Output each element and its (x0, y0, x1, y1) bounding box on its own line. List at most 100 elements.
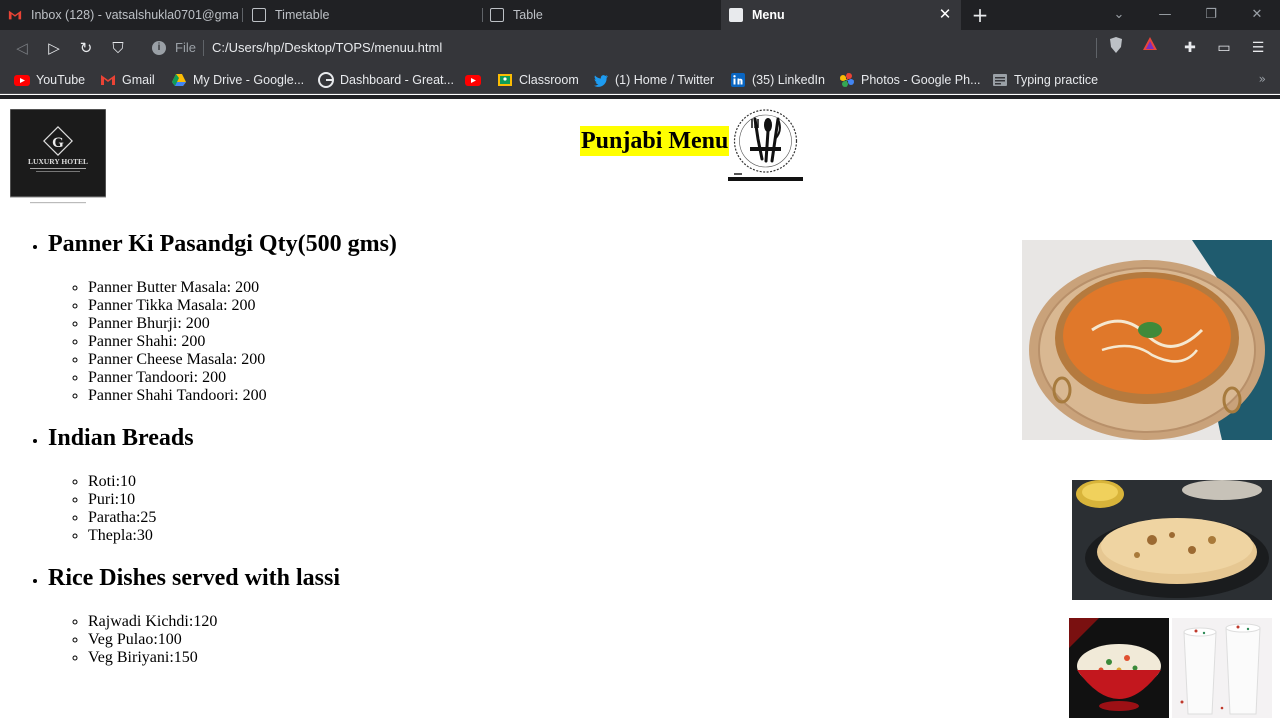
menu-section: Rice Dishes served with lassi Rajwadi Ki… (48, 563, 948, 667)
omnibox-separator (203, 40, 204, 56)
menu-section: Panner Ki Pasandgi Qty(500 gms) Panner B… (48, 229, 948, 405)
extensions-icon[interactable]: ✚ (1178, 36, 1202, 60)
menu-item: Panner Bhurji: 200 (88, 315, 948, 333)
bookmark-label: (35) LinkedIn (752, 73, 825, 87)
menu-item: Panner Tandoori: 200 (88, 369, 948, 387)
section-heading: Rice Dishes served with lassi (48, 565, 340, 591)
brave-rewards-icon[interactable] (1138, 36, 1162, 60)
bookmark-classroom[interactable]: Classroom (497, 66, 579, 94)
menu-item: Veg Biriyani:150 (88, 649, 948, 667)
menu-item: Rajwadi Kichdi:120 (88, 613, 948, 631)
classroom-icon (498, 74, 512, 86)
scheme-label: File (175, 40, 196, 55)
menu-item: Panner Tikka Masala: 200 (88, 297, 948, 315)
menu-icon[interactable]: ☰ (1246, 36, 1270, 60)
linkedin-icon (731, 73, 745, 87)
minimize-button[interactable]: — (1142, 0, 1188, 30)
web-page: G LUXURY HOTEL Punjabi Menu Panner Ki Pa… (0, 99, 1280, 720)
bookmark-gmail[interactable]: Gmail (100, 66, 155, 94)
photos-icon (840, 73, 854, 87)
menu-list: Panner Ki Pasandgi Qty(500 gms) Panner B… (48, 229, 948, 685)
menu-item: Roti:10 (88, 473, 948, 491)
menu-item: Panner Shahi Tandoori: 200 (88, 387, 948, 405)
tab-label: Inbox (128) - vatsalshukla0701@gmail.com (31, 8, 238, 22)
menu-favicon (729, 8, 743, 22)
close-window-button[interactable]: ✕ (1234, 0, 1280, 30)
bookmark-label: Dashboard - Great... (340, 73, 454, 87)
tab-timetable[interactable]: Timetable (252, 0, 477, 30)
bookmark-twitter[interactable]: (1) Home / Twitter (593, 66, 714, 94)
brave-shields-icon[interactable] (1104, 36, 1128, 60)
bookmark-youtube[interactable]: YouTube (14, 66, 85, 94)
bookmark-linkedin[interactable]: (35) LinkedIn (730, 66, 825, 94)
menu-item: Paratha:25 (88, 509, 948, 527)
section-items: Panner Butter Masala: 200 Panner Tikka M… (88, 279, 948, 405)
logo-hotel-name: LUXURY HOTEL (28, 157, 88, 166)
tab-gmail[interactable]: Inbox (128) - vatsalshukla0701@gmail.com (8, 0, 238, 30)
tab-label: Timetable (275, 8, 330, 22)
menu-section: Indian Breads Roti:10 Puri:10 Paratha:25… (48, 423, 948, 545)
bookmarks-bar: YouTube Gmail My Drive - Google... Dashb… (0, 66, 1280, 94)
tab-separator (482, 8, 483, 22)
cutlery-logo (728, 109, 803, 181)
back-button[interactable]: ◁ (10, 36, 34, 60)
bookmark-icon[interactable]: ⛉ (106, 36, 130, 60)
section-items: Rajwadi Kichdi:120 Veg Pulao:100 Veg Bir… (88, 613, 948, 667)
bookmark-label: Typing practice (1014, 73, 1099, 87)
more-bookmarks-icon[interactable]: » (1259, 72, 1266, 86)
tab-menu[interactable]: Menu ✕ (721, 0, 961, 30)
logo-letter: G (52, 135, 64, 151)
bookmark-dashboard[interactable]: Dashboard - Great... (318, 66, 454, 94)
tab-table[interactable]: Table (490, 0, 715, 30)
drive-icon (172, 74, 186, 86)
bookmark-youtube-2[interactable] (465, 66, 487, 94)
twitter-icon (594, 75, 608, 87)
menu-item: Puri:10 (88, 491, 948, 509)
bookmark-label: Photos - Google Ph... (861, 73, 981, 87)
url-text[interactable]: C:/Users/hp/Desktop/TOPS/menuu.html (212, 40, 442, 55)
bookmark-typing-practice[interactable]: Typing practice (992, 66, 1098, 94)
g-icon (318, 72, 334, 88)
section-heading: Panner Ki Pasandgi Qty(500 gms) (48, 231, 397, 257)
section-items: Roti:10 Puri:10 Paratha:25 Thepla:30 (88, 473, 948, 545)
menu-item: Panner Cheese Masala: 200 (88, 351, 948, 369)
bookmark-label: Classroom (519, 73, 579, 87)
tab-label: Table (513, 8, 543, 22)
menu-item: Veg Pulao:100 (88, 631, 948, 649)
page-icon (252, 8, 266, 22)
close-tab-icon[interactable]: ✕ (937, 7, 953, 23)
hotel-logo: G LUXURY HOTEL (10, 109, 106, 204)
rice-bowl-image (1069, 618, 1169, 718)
reload-button[interactable]: ↻ (74, 36, 98, 60)
new-tab-button[interactable]: + (968, 3, 992, 27)
gmail-icon (8, 10, 22, 20)
lassi-image (1172, 618, 1272, 718)
menu-item: Panner Shahi: 200 (88, 333, 948, 351)
bookmark-label: Gmail (122, 73, 155, 87)
tab-label: Menu (752, 8, 785, 22)
bookmark-photos[interactable]: Photos - Google Ph... (839, 66, 981, 94)
restore-button[interactable]: ❐ (1188, 0, 1234, 30)
tab-separator (242, 8, 243, 22)
typing-icon (993, 74, 1007, 86)
tab-strip: Inbox (128) - vatsalshukla0701@gmail.com… (0, 0, 1280, 30)
youtube-icon (465, 75, 481, 86)
bookmark-label: My Drive - Google... (193, 73, 305, 87)
info-icon[interactable]: i (152, 41, 166, 55)
bookmark-label: YouTube (36, 73, 86, 87)
gmail-icon (101, 75, 115, 85)
bookmark-drive[interactable]: My Drive - Google... (171, 66, 304, 94)
menu-item: Thepla:30 (88, 527, 948, 545)
omnibox-right-separator (1096, 38, 1097, 58)
tab-search-icon[interactable]: ⌄ (1096, 0, 1142, 30)
address-bar[interactable]: i File C:/Users/hp/Desktop/TOPS/menuu.ht… (140, 34, 1140, 62)
paneer-curry-image (1022, 240, 1272, 440)
indian-breads-image (1072, 480, 1272, 600)
bookmark-label: (1) Home / Twitter (615, 73, 715, 87)
menu-item: Panner Butter Masala: 200 (88, 279, 948, 297)
wallet-icon[interactable]: ▭ (1212, 36, 1236, 60)
browser-toolbar: ◁ ▷ ↻ ⛉ i File C:/Users/hp/Desktop/TOPS/… (0, 30, 1280, 66)
youtube-icon (14, 75, 30, 86)
forward-button[interactable]: ▷ (42, 36, 66, 60)
page-title: Punjabi Menu (580, 126, 730, 156)
